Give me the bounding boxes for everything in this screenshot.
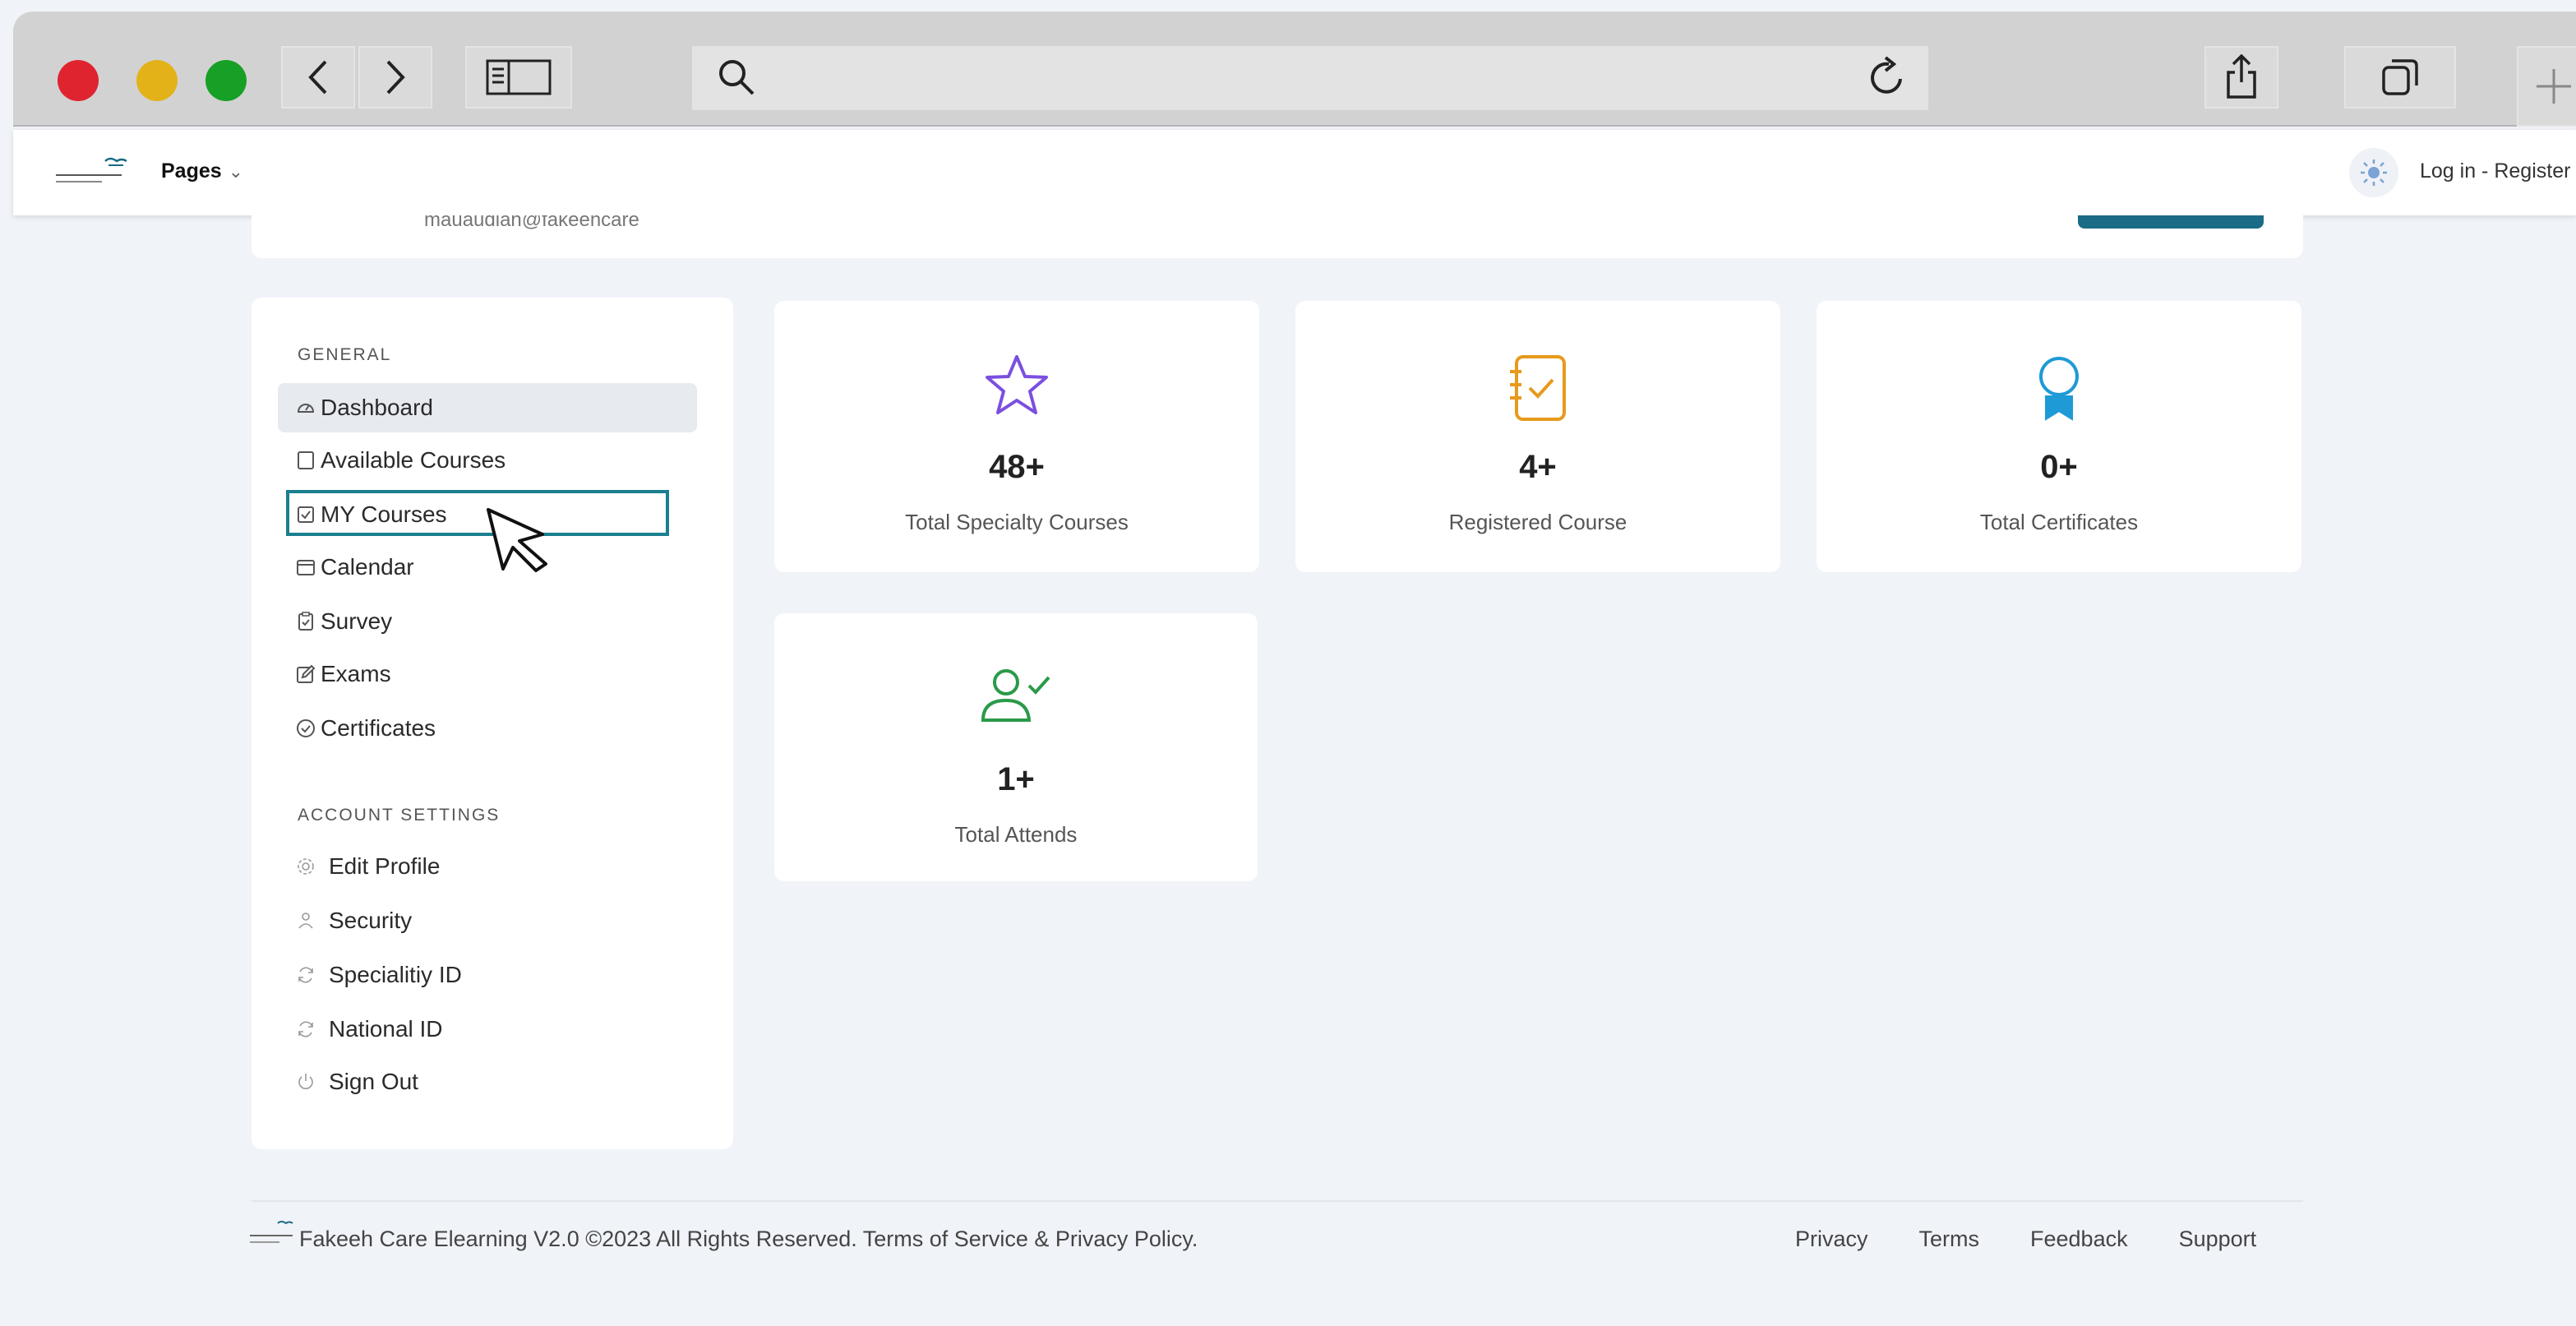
app-header: Pages ⌄ Log in - Register [13,130,2576,215]
sidebar-item-speciality-id[interactable]: Specialitiy ID [278,950,697,1000]
maximize-window-button[interactable] [205,60,247,101]
sidebar-item-label: Certificates [321,715,436,741]
footer-link-terms[interactable]: Terms [1919,1227,1980,1252]
forward-button[interactable] [358,46,432,109]
tabs-button[interactable] [2344,46,2456,109]
sidebar-item-label: National ID [329,1016,443,1042]
refresh-icon [296,1019,316,1039]
edit-icon [296,664,316,684]
sidebar-item-sign-out[interactable]: Sign Out [278,1057,697,1107]
stat-label: Total Specialty Courses [905,510,1129,534]
stat-value: 1+ [997,761,1035,797]
notebook-icon [1510,355,1566,421]
close-window-button[interactable] [58,60,99,101]
back-button[interactable] [281,46,355,109]
profile-action-button[interactable] [2078,215,2264,229]
share-button[interactable] [2204,46,2278,109]
stat-card-attends[interactable]: 1+ Total Attends [774,613,1258,881]
mouse-pointer-icon [487,508,547,572]
fakeeh-care-logo[interactable] [48,155,143,192]
star-icon [986,355,1048,414]
sidebar-item-certificates[interactable]: Certificates [278,704,697,753]
new-tab-button[interactable] [2517,46,2576,127]
chevron-down-icon: ⌄ [228,161,244,182]
sidebar-item-national-id[interactable]: National ID [278,1005,697,1054]
user-check-icon [981,669,1050,722]
stat-value: 0+ [2040,449,2078,485]
account-settings-section-title: ACCOUNT SETTINGS [298,806,501,825]
profile-card: mauaudlan@fakeehcare [252,215,2303,258]
square-icon [296,450,316,470]
gauge-icon [296,398,316,418]
browser-toolbar [13,12,2576,127]
footer-link-feedback[interactable]: Feedback [2030,1227,2128,1252]
address-bar[interactable] [692,46,1928,110]
sidebar-toggle-button[interactable] [465,46,572,109]
sidebar-toggle-icon [486,59,552,95]
stat-label: Registered Course [1448,510,1627,534]
pages-menu[interactable]: Pages ⌄ [161,159,243,183]
footer-link-privacy[interactable]: Privacy [1795,1227,1868,1252]
general-section-title: GENERAL [298,345,392,364]
tabs-icon [2382,59,2418,95]
sidebar-item-label: Available Courses [321,447,506,473]
sidebar-item-label: Security [329,908,413,933]
chevron-left-icon [308,60,327,95]
my-courses-highlight [286,490,669,536]
reload-icon[interactable] [1864,54,1910,100]
sidebar-item-label: Calendar [321,554,414,580]
sidebar-item-label: Survey [321,608,393,634]
stat-card-registered-course[interactable]: 4+ Registered Course [1295,301,1780,572]
sidebar-item-label: Edit Profile [329,853,441,879]
minimize-window-button[interactable] [136,60,178,101]
sidebar-item-edit-profile[interactable]: Edit Profile [278,842,697,891]
stat-label: Total Certificates [1979,510,2139,534]
pages-menu-label: Pages [161,159,222,182]
sun-icon [2361,159,2387,186]
sidebar: GENERAL Dashboard Available Courses MY C… [252,298,733,1149]
award-icon [2039,357,2079,421]
sidebar-item-label: Dashboard [321,395,433,420]
sidebar-item-label: Exams [321,661,391,686]
footer-link-support[interactable]: Support [2179,1227,2257,1252]
gear-icon [296,857,316,876]
footer-divider [252,1200,2303,1202]
chevron-right-icon [386,60,405,95]
stat-value: 48+ [989,449,1045,485]
sidebar-item-exams[interactable]: Exams [278,649,697,699]
plus-icon [2537,69,2571,104]
stat-label: Total Attends [954,822,1078,847]
sidebar-item-label: Specialitiy ID [329,962,462,987]
footer-logo[interactable] [245,1218,302,1251]
stat-card-certificates[interactable]: 0+ Total Certificates [1817,301,2301,572]
calendar-icon [296,557,316,577]
footer-links: Privacy Terms Feedback Support [1795,1227,2256,1252]
search-icon [719,60,755,95]
refresh-icon [296,965,316,985]
footer-copyright: Fakeeh Care Elearning V2.0 ©2023 All Rig… [299,1227,1198,1251]
sidebar-item-label: Sign Out [329,1069,418,1094]
user-icon [296,911,316,931]
stat-card-specialty-courses[interactable]: 48+ Total Specialty Courses [774,301,1259,572]
login-register-link[interactable]: Log in - Register [2420,159,2570,183]
sidebar-item-survey[interactable]: Survey [278,597,697,646]
power-icon [296,1072,316,1092]
sidebar-item-dashboard[interactable]: Dashboard [278,383,697,432]
share-icon [2227,54,2256,99]
sidebar-item-available-courses[interactable]: Available Courses [278,436,697,485]
stat-value: 4+ [1519,449,1557,485]
theme-toggle-button[interactable] [2349,148,2398,197]
check-circle-icon [296,718,316,738]
clipboard-icon [296,612,316,631]
sidebar-item-security[interactable]: Security [278,896,697,945]
